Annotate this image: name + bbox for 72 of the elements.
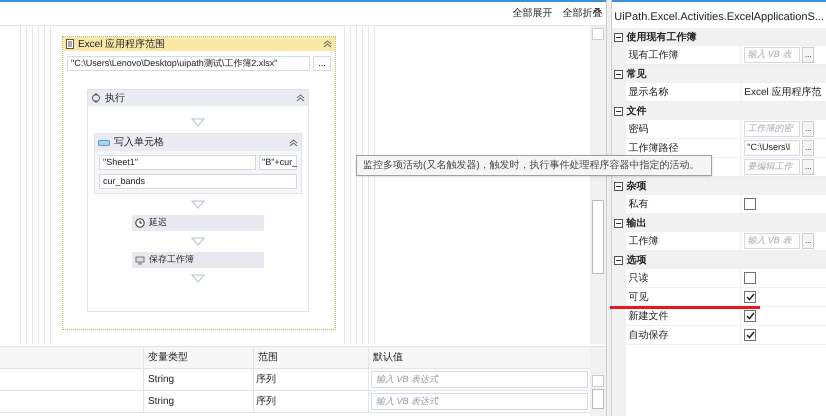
table-cell: String — [143, 369, 253, 390]
sheet-field[interactable]: "Sheet1" — [99, 155, 256, 170]
checkbox[interactable] — [744, 272, 756, 284]
browse-button[interactable]: ... — [802, 159, 814, 175]
browse-button[interactable]: ... — [802, 233, 814, 249]
property-label: 密码 — [628, 122, 648, 136]
column-header[interactable]: 范围 — [253, 347, 368, 368]
category-header[interactable]: 杂项 — [612, 177, 826, 195]
checkbox[interactable] — [744, 198, 756, 210]
property-label: 新建文件 — [628, 310, 668, 324]
drop-arrow-icon — [191, 200, 205, 209]
property-label: 现有工作簿 — [628, 48, 678, 62]
category-label: 使用现有工作簿 — [626, 30, 696, 44]
category-label: 杂项 — [626, 180, 646, 194]
property-label: 显示名称 — [628, 86, 668, 100]
sequence-title: 执行 — [105, 92, 126, 106]
category-header[interactable]: 选项 — [612, 251, 826, 269]
category-label: 常见 — [626, 68, 646, 82]
path-field[interactable]: "C:\Users\Lenovo\Desktop\uipath测试\工作簿2.xlsx" — [67, 56, 310, 71]
scope-title: Excel 应用程序范围 — [78, 38, 166, 52]
checkbox[interactable] — [744, 329, 756, 341]
monitor-icon — [135, 255, 145, 265]
clock-icon — [135, 218, 145, 228]
drop-arrow-icon — [191, 118, 205, 127]
properties-title: UiPath.Excel.Activities.ExcelApplicationS... — [613, 10, 825, 25]
browse-button[interactable]: ... — [802, 47, 814, 63]
category-label: 选项 — [626, 254, 646, 268]
table-cell: String — [143, 391, 253, 412]
collapse-icon[interactable] — [614, 70, 624, 78]
property-label: 只读 — [628, 272, 648, 286]
browse-button[interactable]: ... — [313, 56, 331, 71]
property-label: 自动保存 — [628, 328, 668, 342]
browse-button[interactable]: ... — [802, 121, 814, 137]
scroll-thumb[interactable] — [592, 200, 604, 274]
property-label: 工作簿 — [628, 234, 658, 248]
cell-icon — [98, 140, 110, 146]
column-header[interactable]: 变量类型 — [143, 347, 253, 368]
collapse-icon[interactable] — [614, 106, 624, 116]
drop-arrow-icon — [191, 274, 205, 283]
property-field[interactable]: "C:\Users\l — [744, 140, 800, 156]
table-cell: 序列 — [253, 369, 368, 390]
property-label: 工作簿路径 — [628, 142, 678, 156]
category-label: 文件 — [626, 104, 646, 118]
collapse-icon[interactable] — [614, 218, 624, 228]
property-label: 可见 — [628, 290, 648, 304]
category-header[interactable]: 使用现有工作簿 — [612, 28, 826, 46]
checkbox[interactable] — [744, 291, 756, 303]
collapse-icon[interactable] — [614, 32, 624, 42]
category-label: 输出 — [626, 216, 646, 230]
tooltip: 监控多项活动(又名触发器)，触发时，执行事件处理程序容器中指定的活动。 — [356, 155, 712, 176]
table-cell: 序列 — [253, 391, 368, 412]
document-icon — [66, 39, 74, 49]
scrollbar[interactable] — [590, 347, 606, 416]
property-label: 私有 — [628, 198, 648, 212]
toolbar-button[interactable]: 全部折叠 — [562, 6, 602, 21]
sequence-icon — [91, 93, 101, 103]
property-value: Excel 应用程序范 — [744, 86, 822, 100]
category-header[interactable]: 常见 — [612, 65, 826, 83]
checkbox[interactable] — [744, 310, 756, 322]
toolbar-button[interactable]: 全部展开 — [512, 6, 552, 21]
value-field[interactable]: cur_bands — [99, 174, 297, 189]
category-header[interactable]: 输出 — [612, 214, 826, 232]
scroll-thumb[interactable] — [592, 389, 604, 409]
browse-button[interactable]: ... — [802, 140, 814, 156]
collapse-icon[interactable] — [614, 256, 624, 264]
collapse-icon[interactable] — [614, 182, 624, 190]
category-header[interactable]: 文件 — [612, 102, 826, 120]
activity-title: 写入单元格 — [114, 136, 165, 150]
activity-title: 保存工作簿 — [149, 253, 194, 266]
drop-arrow-icon — [191, 237, 205, 246]
cell-field[interactable]: "B"+cur_ — [259, 155, 297, 170]
activity-title: 延迟 — [149, 216, 167, 230]
